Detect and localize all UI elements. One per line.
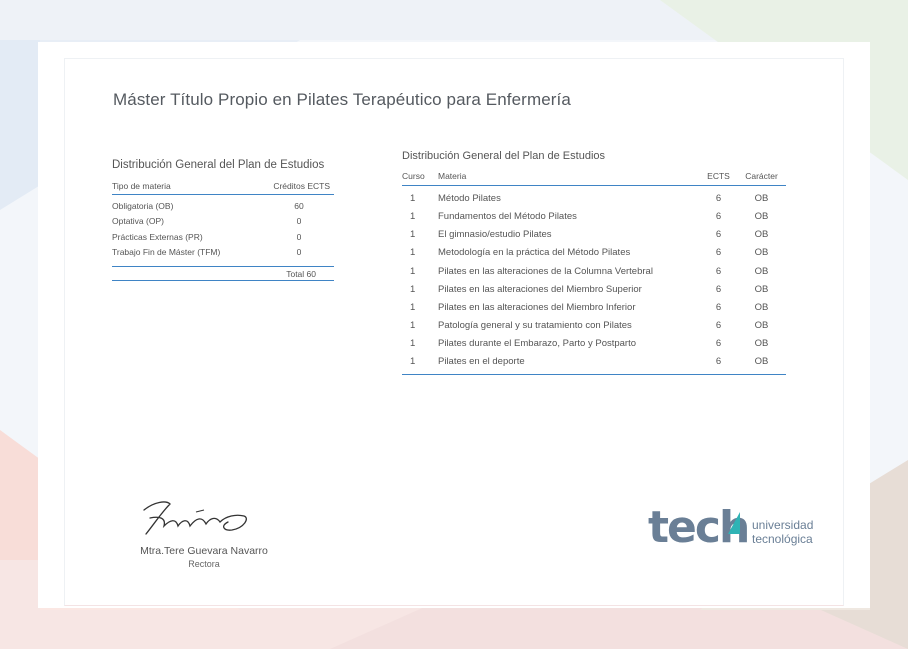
table-row: 1 El gimnasio/estudio Pilates 6 OB xyxy=(402,226,786,244)
summary-row: Optativa (OP) 0 xyxy=(112,214,334,230)
row-curso: 1 xyxy=(410,265,416,277)
row-ects: 6 xyxy=(715,283,722,295)
row-curso: 1 xyxy=(410,283,416,295)
row-caracter: OB xyxy=(754,247,769,259)
row-ects: 6 xyxy=(715,211,722,223)
row-caracter: OB xyxy=(754,211,769,223)
summary-col-type: Tipo de materia xyxy=(112,181,171,191)
plan-heading: Distribución General del Plan de Estudio… xyxy=(402,150,606,162)
summary-row-value: 0 xyxy=(296,216,302,227)
plan-table: Curso Materia ECTS Carácter 1 Método Pil… xyxy=(402,171,786,375)
logo-accent-icon xyxy=(728,512,740,534)
logo-line2: tecnológica xyxy=(752,532,813,546)
row-curso: 1 xyxy=(402,353,438,375)
summary-row-value: 0 xyxy=(296,247,302,258)
row-materia: Patología general y su tratamiento con P… xyxy=(438,320,632,332)
summary-row-name: Prácticas Externas (PR) xyxy=(112,231,203,242)
row-curso: 1 xyxy=(410,320,416,332)
row-ects: 6 xyxy=(715,193,722,205)
row-caracter: OB xyxy=(754,193,769,205)
table-row: 1 Pilates en las alteraciones de la Colu… xyxy=(402,262,786,280)
table-row: 1 Patología general y su tratamiento con… xyxy=(402,317,786,335)
row-materia: Pilates en las alteraciones de la Column… xyxy=(438,265,653,277)
row-materia: Metodología en la práctica del Método Pi… xyxy=(438,247,631,259)
document-title: Máster Título Propio en Pilates Terapéut… xyxy=(113,90,571,109)
row-curso: 1 xyxy=(410,211,416,223)
row-materia: Pilates en las alteraciones del Miembro … xyxy=(438,302,636,314)
row-ects: 6 xyxy=(715,302,722,314)
summary-header-row: Tipo de materia Créditos ECTS xyxy=(112,181,334,195)
row-curso: 1 xyxy=(410,247,416,259)
row-curso: 1 xyxy=(410,302,416,314)
signer-block: Mtra.Tere Guevara Navarro Rectora xyxy=(112,545,296,569)
plan-col-curso: Curso xyxy=(402,171,438,186)
summary-total: Total 60 xyxy=(112,266,334,281)
summary-row-name: Optativa (OP) xyxy=(112,216,164,227)
table-row: 1 Metodología en la práctica del Método … xyxy=(402,244,786,262)
signer-name: Mtra.Tere Guevara Navarro xyxy=(140,545,268,557)
summary-row: Trabajo Fin de Máster (TFM) 0 xyxy=(112,245,334,261)
row-materia: Pilates en las alteraciones del Miembro … xyxy=(438,283,642,295)
row-materia: El gimnasio/estudio Pilates xyxy=(438,229,552,241)
handwritten-signature xyxy=(143,501,247,535)
row-ects: 6 xyxy=(715,338,722,350)
plan-header-row: Curso Materia ECTS Carácter xyxy=(402,171,786,186)
table-row: 1 Pilates en las alteraciones del Miembr… xyxy=(402,280,786,298)
row-curso: 1 xyxy=(410,193,416,205)
summary-row-name: Obligatoria (OB) xyxy=(112,200,174,211)
row-caracter: OB xyxy=(737,353,786,375)
summary-heading: Distribución General del Plan de Estudio… xyxy=(112,159,325,171)
logo-tagline: universidad tecnológica xyxy=(752,518,813,546)
row-materia: Fundamentos del Método Pilates xyxy=(438,211,577,223)
study-plan-table: Distribución General del Plan de Estudio… xyxy=(402,150,786,375)
row-materia: Pilates en el deporte xyxy=(438,353,700,375)
table-row: 1 Pilates en las alteraciones del Miembr… xyxy=(402,298,786,316)
row-ects: 6 xyxy=(715,247,722,259)
table-row: 1 Pilates en el deporte 6 OB xyxy=(402,353,786,375)
summary-row-value: 0 xyxy=(296,231,302,242)
table-row: 1 Fundamentos del Método Pilates 6 OB xyxy=(402,208,786,226)
credits-summary-table: Distribución General del Plan de Estudio… xyxy=(112,159,334,281)
summary-row-value: 60 xyxy=(294,200,304,211)
row-materia: Método Pilates xyxy=(438,193,501,205)
plan-col-caracter: Carácter xyxy=(737,171,786,186)
summary-row: Prácticas Externas (PR) 0 xyxy=(112,229,334,245)
row-ects: 6 xyxy=(715,265,722,277)
summary-col-credits: Créditos ECTS xyxy=(273,181,330,191)
row-caracter: OB xyxy=(754,283,769,295)
table-row: 1 Método Pilates 6 OB xyxy=(402,186,786,208)
row-curso: 1 xyxy=(410,229,416,241)
row-caracter: OB xyxy=(754,302,769,314)
row-caracter: OB xyxy=(754,338,769,350)
row-ects: 6 xyxy=(700,353,737,375)
plan-col-materia: Materia xyxy=(438,171,700,186)
table-row: 1 Pilates durante el Embarazo, Parto y P… xyxy=(402,335,786,353)
logo-line1: universidad xyxy=(752,518,814,532)
row-ects: 6 xyxy=(715,320,722,332)
plan-col-ects: ECTS xyxy=(700,171,737,186)
row-materia: Pilates durante el Embarazo, Parto y Pos… xyxy=(438,338,637,350)
row-caracter: OB xyxy=(754,229,769,241)
row-curso: 1 xyxy=(410,338,416,350)
signer-role: Rectora xyxy=(188,559,220,569)
row-ects: 6 xyxy=(715,229,722,241)
row-caracter: OB xyxy=(754,320,769,332)
summary-row-name: Trabajo Fin de Máster (TFM) xyxy=(112,247,221,258)
row-caracter: OB xyxy=(754,265,769,277)
summary-row: Obligatoria (OB) 60 xyxy=(112,198,334,214)
tech-logo: tech universidad tecnológica xyxy=(648,502,848,556)
